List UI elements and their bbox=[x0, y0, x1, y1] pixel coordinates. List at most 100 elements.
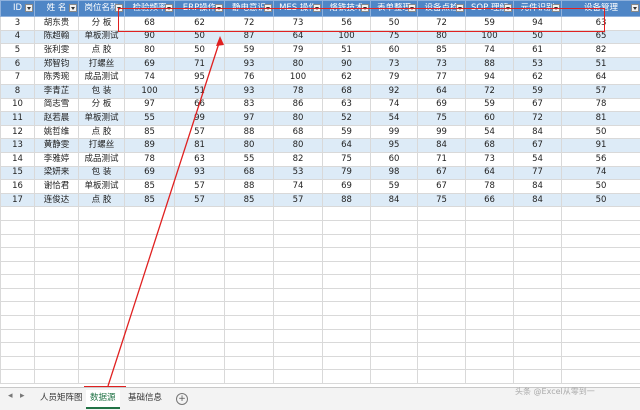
table-cell[interactable]: 97 bbox=[125, 98, 175, 112]
table-cell[interactable]: 单板测试 bbox=[79, 30, 125, 44]
empty-cell[interactable] bbox=[1, 248, 35, 262]
empty-cell[interactable] bbox=[466, 316, 514, 330]
table-cell[interactable]: 88 bbox=[466, 57, 514, 71]
column-header[interactable]: ID bbox=[1, 1, 35, 17]
empty-cell[interactable] bbox=[35, 261, 79, 275]
table-cell[interactable]: 100 bbox=[274, 71, 323, 85]
empty-cell[interactable] bbox=[562, 248, 640, 262]
empty-cell[interactable] bbox=[1, 261, 35, 275]
table-cell[interactable]: 64 bbox=[562, 71, 640, 85]
table-cell[interactable]: 84 bbox=[514, 193, 562, 207]
table-cell[interactable]: 71 bbox=[418, 152, 466, 166]
empty-cell[interactable] bbox=[514, 302, 562, 316]
filter-dropdown-icon[interactable] bbox=[631, 4, 639, 12]
empty-cell[interactable] bbox=[418, 261, 466, 275]
empty-cell[interactable] bbox=[175, 261, 225, 275]
table-cell[interactable]: 50 bbox=[562, 193, 640, 207]
table-cell[interactable]: 88 bbox=[225, 180, 274, 194]
table-cell[interactable]: 54 bbox=[466, 125, 514, 139]
table-cell[interactable]: 78 bbox=[274, 84, 323, 98]
table-cell[interactable]: 100 bbox=[323, 30, 371, 44]
empty-cell[interactable] bbox=[323, 261, 371, 275]
table-cell[interactable]: 66 bbox=[175, 98, 225, 112]
empty-cell[interactable] bbox=[562, 234, 640, 248]
table-cell[interactable]: 64 bbox=[323, 139, 371, 153]
empty-cell[interactable] bbox=[79, 288, 125, 302]
empty-cell[interactable] bbox=[371, 248, 418, 262]
table-cell[interactable]: 99 bbox=[371, 125, 418, 139]
empty-cell[interactable] bbox=[1, 370, 35, 384]
table-cell[interactable]: 85 bbox=[125, 125, 175, 139]
table-cell[interactable]: 80 bbox=[225, 139, 274, 153]
empty-cell[interactable] bbox=[418, 329, 466, 343]
empty-cell[interactable] bbox=[562, 207, 640, 221]
table-cell[interactable]: 5 bbox=[1, 44, 35, 58]
table-cell[interactable]: 4 bbox=[1, 30, 35, 44]
table-cell[interactable]: 62 bbox=[323, 71, 371, 85]
empty-cell[interactable] bbox=[79, 220, 125, 234]
tab-next-icon[interactable]: ▸ bbox=[20, 391, 25, 401]
table-cell[interactable]: 60 bbox=[466, 112, 514, 126]
table-cell[interactable]: 84 bbox=[371, 193, 418, 207]
empty-cell[interactable] bbox=[514, 207, 562, 221]
table-cell[interactable]: 15 bbox=[1, 166, 35, 180]
empty-cell[interactable] bbox=[371, 370, 418, 384]
empty-cell[interactable] bbox=[466, 370, 514, 384]
add-sheet-icon[interactable]: + bbox=[176, 393, 188, 405]
empty-cell[interactable] bbox=[323, 302, 371, 316]
table-cell[interactable]: 50 bbox=[562, 125, 640, 139]
table-cell[interactable]: 点 胶 bbox=[79, 125, 125, 139]
table-cell[interactable]: 77 bbox=[418, 71, 466, 85]
table-cell[interactable]: 7 bbox=[1, 71, 35, 85]
empty-cell[interactable] bbox=[466, 343, 514, 357]
empty-cell[interactable] bbox=[274, 370, 323, 384]
table-cell[interactable]: 100 bbox=[466, 30, 514, 44]
empty-cell[interactable] bbox=[274, 288, 323, 302]
empty-cell[interactable] bbox=[323, 275, 371, 289]
empty-cell[interactable] bbox=[225, 288, 274, 302]
empty-cell[interactable] bbox=[225, 343, 274, 357]
table-cell[interactable]: 68 bbox=[274, 125, 323, 139]
table-cell[interactable]: 黄静雯 bbox=[35, 139, 79, 153]
table-cell[interactable]: 50 bbox=[562, 180, 640, 194]
empty-cell[interactable] bbox=[225, 220, 274, 234]
table-cell[interactable]: 51 bbox=[323, 44, 371, 58]
table-cell[interactable]: 单板测试 bbox=[79, 112, 125, 126]
table-cell[interactable]: 69 bbox=[418, 98, 466, 112]
empty-cell[interactable] bbox=[371, 329, 418, 343]
table-cell[interactable]: 67 bbox=[514, 98, 562, 112]
empty-cell[interactable] bbox=[125, 248, 175, 262]
empty-cell[interactable] bbox=[323, 316, 371, 330]
table-cell[interactable]: 90 bbox=[323, 57, 371, 71]
empty-cell[interactable] bbox=[1, 302, 35, 316]
table-cell[interactable]: 81 bbox=[562, 112, 640, 126]
empty-cell[interactable] bbox=[323, 288, 371, 302]
empty-cell[interactable] bbox=[1, 343, 35, 357]
empty-cell[interactable] bbox=[35, 302, 79, 316]
table-cell[interactable]: 包 装 bbox=[79, 166, 125, 180]
table-cell[interactable]: 打螺丝 bbox=[79, 139, 125, 153]
empty-cell[interactable] bbox=[175, 234, 225, 248]
table-cell[interactable]: 打螺丝 bbox=[79, 57, 125, 71]
table-cell[interactable]: 60 bbox=[371, 152, 418, 166]
empty-cell[interactable] bbox=[562, 275, 640, 289]
table-cell[interactable]: 78 bbox=[562, 98, 640, 112]
table-cell[interactable]: 52 bbox=[323, 112, 371, 126]
empty-cell[interactable] bbox=[225, 356, 274, 370]
table-cell[interactable]: 85 bbox=[125, 193, 175, 207]
table-cell[interactable]: 81 bbox=[175, 139, 225, 153]
empty-cell[interactable] bbox=[418, 356, 466, 370]
empty-cell[interactable] bbox=[514, 234, 562, 248]
table-cell[interactable]: 郑智钧 bbox=[35, 57, 79, 71]
table-cell[interactable]: 50 bbox=[175, 44, 225, 58]
table-cell[interactable]: 陈秀琬 bbox=[35, 71, 79, 85]
table-cell[interactable]: 12 bbox=[1, 125, 35, 139]
table-cell[interactable]: 63 bbox=[175, 152, 225, 166]
table-cell[interactable]: 胡东贵 bbox=[35, 17, 79, 31]
empty-cell[interactable] bbox=[466, 261, 514, 275]
table-cell[interactable]: 点 胶 bbox=[79, 44, 125, 58]
empty-cell[interactable] bbox=[323, 220, 371, 234]
table-cell[interactable]: 80 bbox=[274, 139, 323, 153]
empty-cell[interactable] bbox=[79, 275, 125, 289]
spreadsheet-grid[interactable]: ID姓 名岗位名称检验频率ERP操作静电意识MES 操作烙铁技术表单整理设备点检… bbox=[0, 0, 640, 387]
